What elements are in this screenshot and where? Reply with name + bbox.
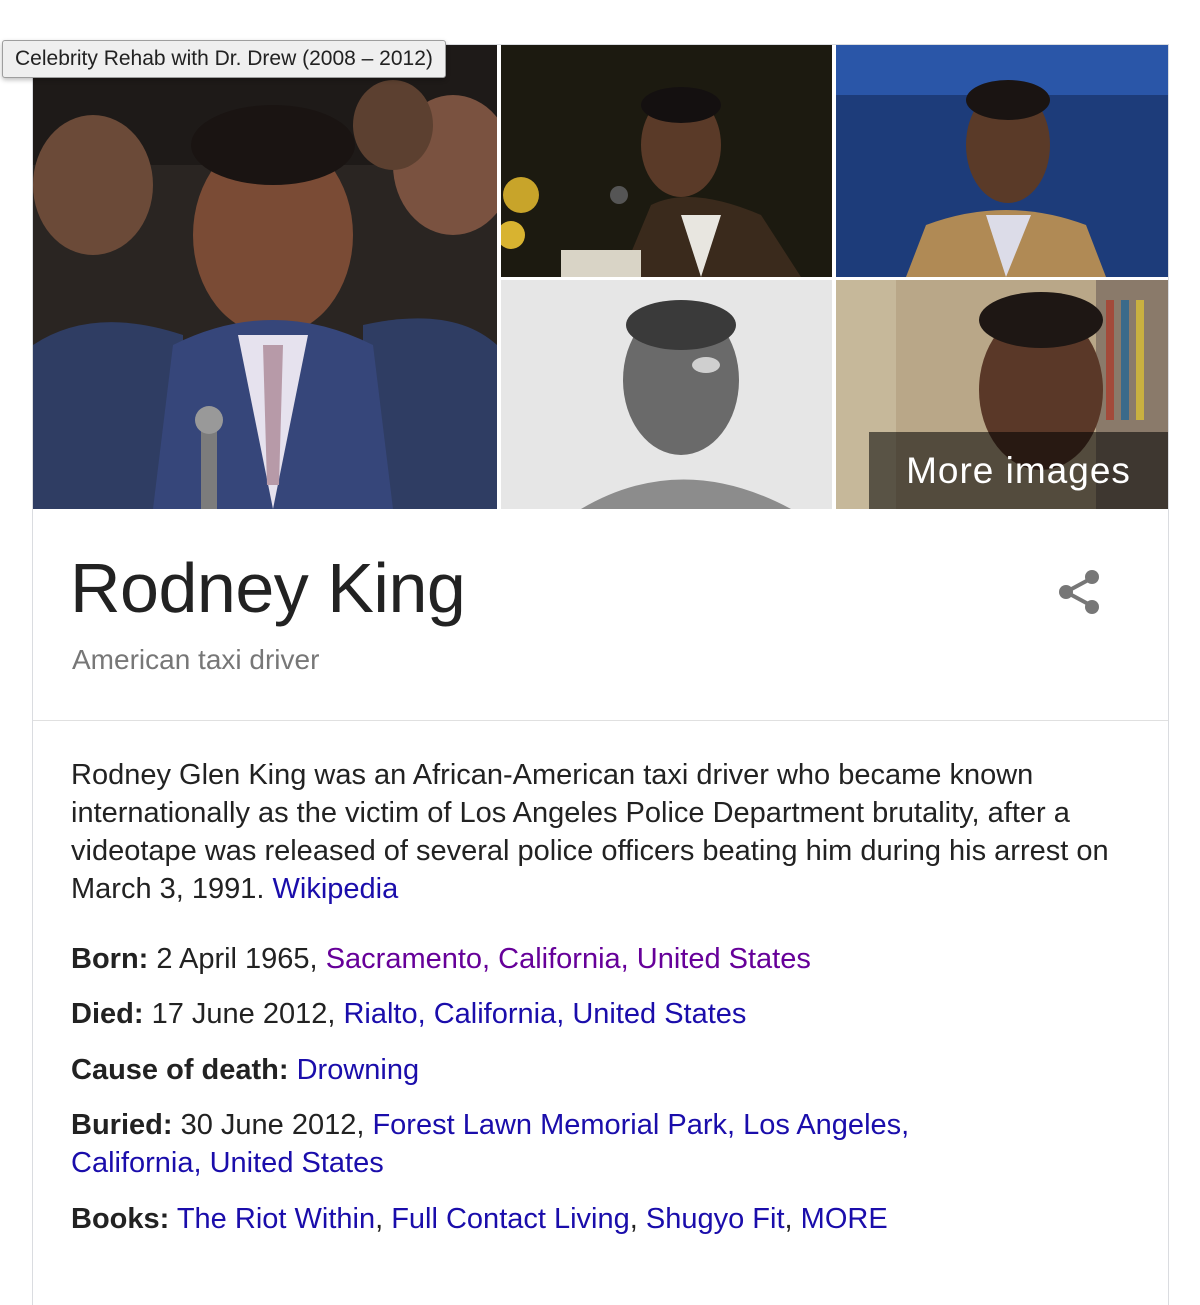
fact-died: Died: 17 June 2012, Rialto, California, … (71, 995, 1131, 1033)
separator: , (375, 1203, 384, 1235)
photo-thumbnail-2[interactable] (501, 45, 832, 277)
section-divider (33, 720, 1168, 721)
fact-label: Cause of death: (71, 1054, 289, 1086)
fact-label: Born: (71, 943, 149, 975)
photo-thumbnail-4[interactable] (501, 280, 832, 509)
fact-born: Born: 2 April 1965, Sacramento, Californ… (71, 940, 1131, 978)
wikipedia-link[interactable]: Wikipedia (273, 873, 399, 905)
fact-books: Books: The Riot Within, Full Contact Liv… (71, 1200, 1131, 1238)
more-books-link[interactable]: MORE (801, 1203, 888, 1235)
fact-value: 30 June 2012, (180, 1109, 365, 1141)
separator: , (629, 1203, 638, 1235)
share-button[interactable] (1052, 564, 1108, 620)
fact-label: Died: (71, 998, 144, 1030)
image-tooltip: Celebrity Rehab with Dr. Drew (2008 – 20… (2, 40, 446, 78)
description-text: Rodney Glen King was an African-American… (71, 759, 1109, 905)
fact-label: Books: (71, 1203, 170, 1235)
more-images-button[interactable]: More images (869, 432, 1168, 509)
fact-cause-of-death: Cause of death: Drowning (71, 1051, 1131, 1089)
book-link[interactable]: The Riot Within (177, 1203, 375, 1235)
cause-link[interactable]: Drowning (297, 1054, 420, 1086)
fact-value: 17 June 2012, (151, 998, 336, 1030)
entity-description: Rodney Glen King was an African-American… (71, 756, 1131, 908)
share-icon (1059, 570, 1099, 614)
entity-subtitle: American taxi driver (72, 644, 320, 675)
fact-value: 2 April 1965, (156, 943, 318, 975)
book-link[interactable]: Shugyo Fit (646, 1203, 785, 1235)
entity-title: Rodney King (70, 549, 466, 627)
fact-label: Buried: (71, 1109, 173, 1141)
main-photo[interactable] (33, 45, 497, 509)
separator: , (784, 1203, 793, 1235)
fact-buried: Buried: 30 June 2012, Forest Lawn Memori… (71, 1106, 1031, 1182)
born-place-link[interactable]: Sacramento, California, United States (326, 943, 811, 975)
photo-thumbnail-3[interactable] (836, 45, 1168, 277)
book-link[interactable]: Full Contact Living (391, 1203, 630, 1235)
died-place-link[interactable]: Rialto, California, United States (343, 998, 746, 1030)
